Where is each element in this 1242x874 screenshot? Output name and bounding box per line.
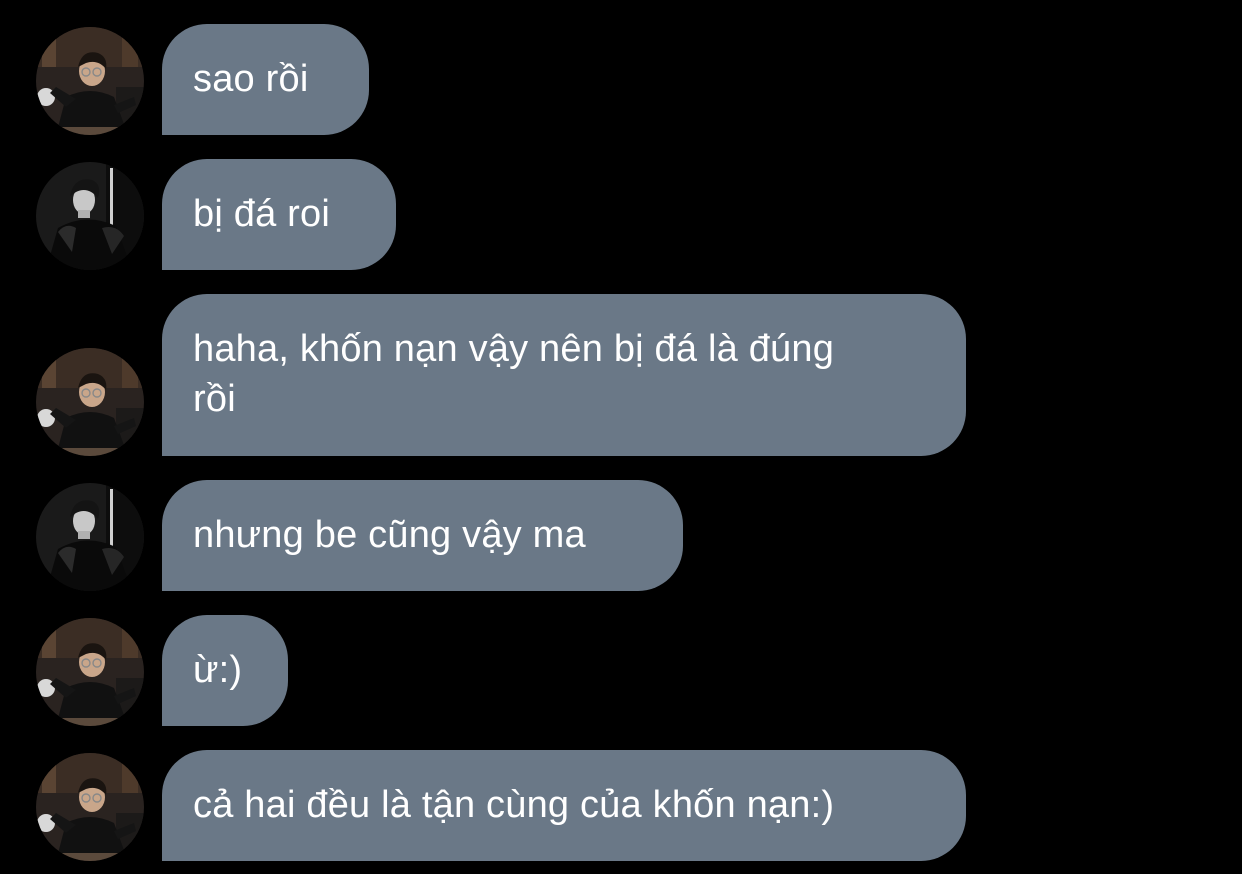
avatar[interactable] [36, 27, 144, 135]
message-bubble[interactable]: bị đá roi [162, 159, 396, 270]
avatar[interactable] [36, 618, 144, 726]
avatar[interactable] [36, 162, 144, 270]
message-text: haha, khốn nạn vậy nên bị đá là đúng rồi [193, 328, 835, 420]
avatar-image [36, 618, 144, 726]
avatar-image [36, 27, 144, 135]
avatar[interactable] [36, 348, 144, 456]
message-text: nhưng be cũng vậy ma [193, 514, 586, 556]
avatar[interactable] [36, 753, 144, 861]
avatar[interactable] [36, 483, 144, 591]
message-text: bị đá roi [193, 193, 330, 235]
message-bubble[interactable]: cả hai đều là tận cùng của khốn nạn:) [162, 750, 966, 861]
message-text: ừ:) [193, 649, 243, 691]
message-bubble[interactable]: sao rồi [162, 24, 369, 135]
message-bubble[interactable]: ừ:) [162, 615, 288, 726]
message-text: cả hai đều là tận cùng của khốn nạn:) [193, 784, 835, 826]
avatar-image [36, 162, 144, 270]
message-text: sao rồi [193, 58, 309, 100]
avatar-image [36, 348, 144, 456]
message-bubble[interactable]: nhưng be cũng vậy ma [162, 480, 683, 591]
avatar-image [36, 483, 144, 591]
avatar-image [36, 753, 144, 861]
message-bubble[interactable]: haha, khốn nạn vậy nên bị đá là đúng rồi [162, 294, 966, 456]
